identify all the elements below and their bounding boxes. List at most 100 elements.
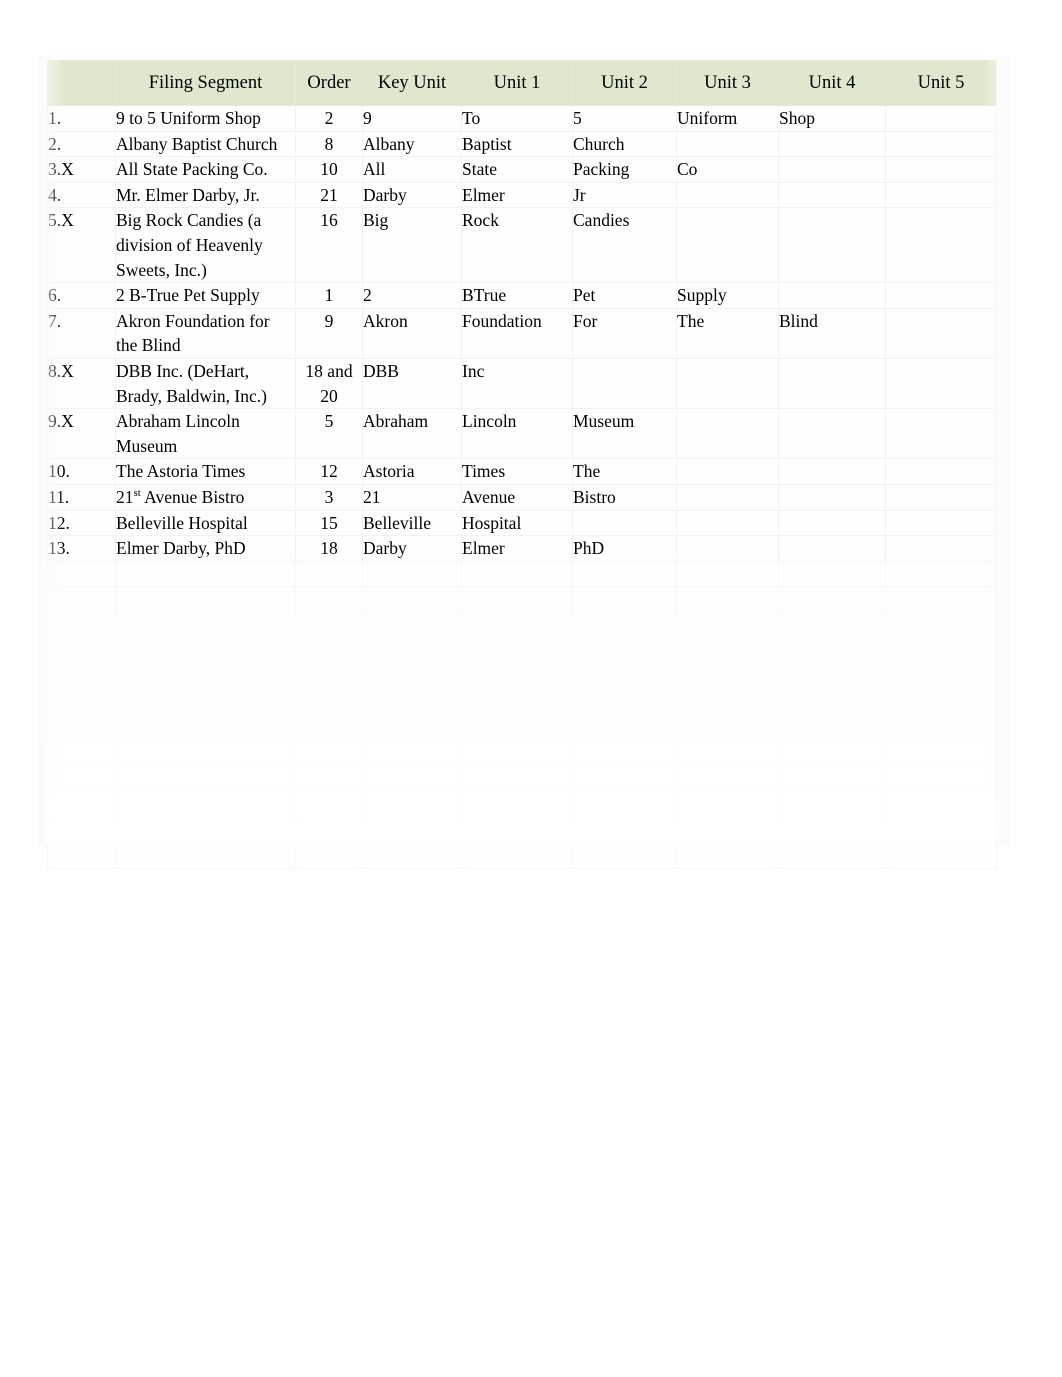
cell-u4-faded <box>778 586 886 613</box>
cell-u2-faded <box>572 560 677 588</box>
cell-u5-faded <box>885 842 997 869</box>
cell-num: 10. <box>47 458 116 485</box>
cell-key: Big <box>362 207 462 284</box>
cell-u4 <box>778 357 886 410</box>
cell-u4 <box>778 282 886 309</box>
cell-u5 <box>885 535 997 562</box>
cell-u2: Pet <box>572 282 677 309</box>
table-row: 12. Belleville Hospital 15 Belleville Hospit… <box>47 509 997 537</box>
table-row-faded <box>47 688 997 716</box>
cell-segment: Albany Baptist Church <box>115 130 296 158</box>
cell-order: 9 <box>295 307 363 359</box>
cell-u5 <box>885 105 997 132</box>
cell-u3 <box>676 509 779 537</box>
cell-key: DBB <box>362 357 462 410</box>
cell-key: All <box>362 156 462 183</box>
cell-u1-faded <box>461 791 573 818</box>
cell-num-faded <box>47 688 116 716</box>
cell-u1: Avenue <box>461 483 573 511</box>
cell-u2-faded <box>572 663 677 690</box>
cell-num-faded <box>47 739 116 767</box>
table-header-row: Filing Segment Order Key Unit Unit 1 Uni… <box>47 60 997 106</box>
cell-u1-faded <box>461 816 573 844</box>
cell-segment: Belleville Hospital <box>115 509 296 537</box>
cell-u1-faded <box>461 714 573 741</box>
cell-u2: The <box>572 458 677 485</box>
cell-u2: For <box>572 307 677 359</box>
cell-u3-faded <box>676 663 779 690</box>
table-row-faded <box>47 842 997 869</box>
column-header-blank <box>47 60 116 106</box>
cell-num-faded <box>47 816 116 844</box>
cell-u1-faded <box>461 586 573 613</box>
cell-u2: 5 <box>572 105 677 132</box>
table-row: 8.X DBB Inc. (DeHart, Brady, Baldwin, Inc… <box>47 357 997 410</box>
cell-u2 <box>572 357 677 410</box>
cell-u2: Jr <box>572 181 677 209</box>
cell-u4-faded <box>778 637 886 665</box>
cell-segment-faded <box>115 560 296 588</box>
table-row: 2. Albany Baptist Church 8 Albany Baptist Chu… <box>47 130 997 158</box>
cell-u1-faded <box>461 765 573 793</box>
cell-u5 <box>885 458 997 485</box>
cell-key-faded <box>362 765 462 793</box>
cell-order-faded <box>295 688 363 716</box>
cell-u3-faded <box>676 586 779 613</box>
table-row: 9.X Abraham Lincoln Museum 5 Abraham Lincoln… <box>47 408 997 460</box>
cell-u2-faded <box>572 816 677 844</box>
cell-u5 <box>885 282 997 309</box>
cell-u2: Bistro <box>572 483 677 511</box>
cell-order: 3 <box>295 483 363 511</box>
cell-num: 7. <box>47 307 116 359</box>
cell-key: Darby <box>362 535 462 562</box>
cell-u4 <box>778 181 886 209</box>
table-header: Filing Segment Order Key Unit Unit 1 Uni… <box>47 60 997 106</box>
cell-u3: Uniform <box>676 105 779 132</box>
cell-segment-faded <box>115 765 296 793</box>
cell-num: 3.X <box>47 156 116 183</box>
cell-segment-faded <box>115 791 296 818</box>
column-header-order: Order <box>295 60 363 106</box>
table-row-faded <box>47 791 997 818</box>
table-row-faded <box>47 560 997 588</box>
cell-u2: Museum <box>572 408 677 460</box>
cell-u1: BTrue <box>461 282 573 309</box>
cell-order: 2 <box>295 105 363 132</box>
cell-u1: Baptist <box>461 130 573 158</box>
cell-u3 <box>676 207 779 284</box>
cell-num: 4. <box>47 181 116 209</box>
cell-u3-faded <box>676 637 779 665</box>
document-page: Filing Segment Order Key Unit Unit 1 Uni… <box>0 0 1062 1377</box>
cell-order-faded <box>295 816 363 844</box>
cell-u4 <box>778 483 886 511</box>
column-header-filing-segment: Filing Segment <box>115 60 296 106</box>
table-row-faded <box>47 739 997 767</box>
cell-u5 <box>885 483 997 511</box>
cell-num: 12. <box>47 509 116 537</box>
cell-u1-faded <box>461 637 573 665</box>
cell-u2-faded <box>572 739 677 767</box>
cell-u1: Elmer <box>461 535 573 562</box>
cell-num: 1. <box>47 105 116 132</box>
cell-u4: Shop <box>778 105 886 132</box>
cell-u1-faded <box>461 611 573 639</box>
cell-u3-faded <box>676 816 779 844</box>
cell-key-faded <box>362 739 462 767</box>
cell-u4 <box>778 458 886 485</box>
cell-u3-faded <box>676 714 779 741</box>
cell-u5-faded <box>885 791 997 818</box>
column-header-unit-5: Unit 5 <box>885 60 997 106</box>
cell-segment: Big Rock Candies (a division of Heavenly… <box>115 207 296 284</box>
cell-key-faded <box>362 714 462 741</box>
cell-key: 21 <box>362 483 462 511</box>
cell-order-faded <box>295 842 363 869</box>
cell-u4-faded <box>778 688 886 716</box>
cell-segment-faded <box>115 663 296 690</box>
cell-key-faded <box>362 560 462 588</box>
cell-num-faded <box>47 714 116 741</box>
cell-u5-faded <box>885 714 997 741</box>
cell-u1: To <box>461 105 573 132</box>
column-header-unit-4: Unit 4 <box>778 60 886 106</box>
cell-key: Albany <box>362 130 462 158</box>
column-header-unit-3: Unit 3 <box>676 60 779 106</box>
